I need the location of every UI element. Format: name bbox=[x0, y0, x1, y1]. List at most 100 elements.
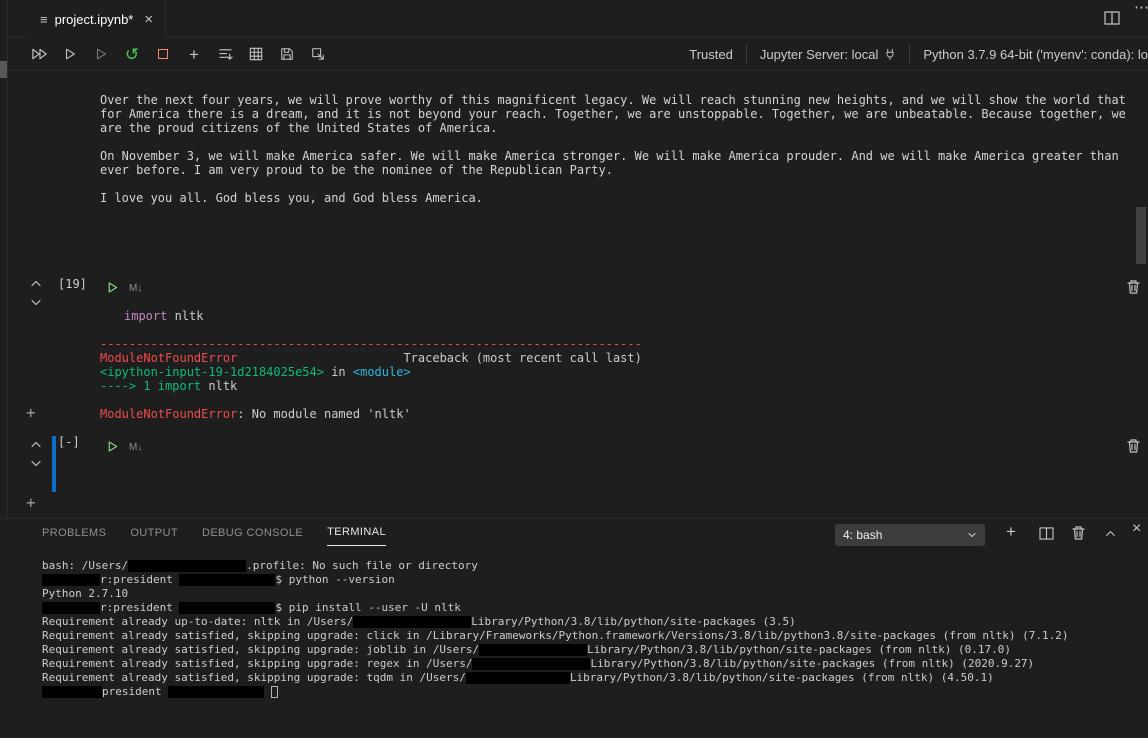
terminal-text: $ python --version bbox=[275, 573, 395, 586]
terminal-output[interactable]: bash: /Users/ .profile: No such file or d… bbox=[42, 559, 1142, 699]
run-cell-button[interactable] bbox=[61, 45, 79, 63]
traceback-line: ----------------------------------------… bbox=[100, 337, 642, 351]
panel-tab-terminal[interactable]: TERMINAL bbox=[327, 519, 386, 546]
insert-cell-below-button[interactable] bbox=[216, 45, 234, 63]
tab-project-ipynb[interactable]: ≡ project.ipynb* × bbox=[28, 0, 167, 38]
export-button[interactable] bbox=[309, 45, 327, 63]
cell-2-collapse-down-button[interactable] bbox=[30, 457, 42, 469]
cell-1-execution-count: [19] bbox=[58, 277, 87, 291]
terminal-text: Requirement already satisfied, skipping … bbox=[42, 643, 480, 656]
cell-2-delete-button[interactable] bbox=[1127, 439, 1140, 453]
run-cells-below-button[interactable] bbox=[92, 45, 110, 63]
run-icon bbox=[108, 282, 118, 293]
cell-1-collapse-down-button[interactable] bbox=[30, 296, 42, 308]
terminal-text: bash: /Users/ bbox=[42, 559, 129, 572]
restart-kernel-icon: ↺ bbox=[124, 44, 140, 64]
text-segment: import bbox=[124, 309, 168, 323]
close-panel-button[interactable]: × bbox=[1132, 521, 1141, 537]
redacted-text bbox=[479, 644, 588, 656]
terminal-text: Python 2.7.10 bbox=[42, 587, 129, 600]
terminal-selector-value: 4: bash bbox=[843, 528, 883, 542]
python-interpreter-status[interactable]: Python 3.7.9 64-bit ('myenv': conda): lo bbox=[910, 47, 1148, 62]
traceback-line: ----> 1 import nltk bbox=[100, 379, 642, 393]
run-icon bbox=[108, 441, 118, 452]
terminal-selector[interactable]: 4: bash bbox=[835, 524, 985, 546]
cell-1-run-button[interactable] bbox=[106, 281, 119, 294]
chevron-up-icon bbox=[31, 441, 41, 448]
notebook-toolbar: ↺ + Trusted Jupyter Server: local Python… bbox=[8, 38, 1148, 71]
cell-2-execution-count: [-] bbox=[58, 435, 80, 449]
kill-terminal-button[interactable] bbox=[1072, 526, 1085, 540]
split-editor-button[interactable] bbox=[1104, 11, 1120, 25]
add-cell-button-2[interactable]: + bbox=[26, 495, 36, 511]
output-paragraph: On November 3, we will make America safe… bbox=[100, 149, 1126, 177]
trusted-status[interactable]: Trusted bbox=[676, 47, 746, 62]
add-cell-toolbar-button[interactable]: + bbox=[185, 45, 203, 63]
terminal-text: Library/Python/3.8/lib/python/site-packa… bbox=[569, 671, 994, 684]
cell-1-delete-button[interactable] bbox=[1127, 280, 1140, 294]
redacted-text bbox=[42, 686, 102, 698]
text-segment: import bbox=[157, 379, 202, 393]
terminal-text: Library/Python/3.8/lib/python/site-packa… bbox=[471, 615, 796, 628]
panel-tab-problems[interactable]: PROBLEMS bbox=[42, 519, 106, 546]
chevron-down-icon bbox=[31, 460, 41, 467]
bottom-panel: PROBLEMS OUTPUT DEBUG CONSOLE TERMINAL 4: b… bbox=[0, 518, 1148, 738]
terminal-line: Requirement already up-to-date: nltk in … bbox=[42, 615, 1142, 629]
new-terminal-button[interactable]: + bbox=[1006, 523, 1016, 540]
jupyter-server-status[interactable]: Jupyter Server: local bbox=[747, 47, 910, 62]
toolbar-icon-group: ↺ + bbox=[8, 45, 340, 63]
split-terminal-button[interactable] bbox=[1039, 527, 1054, 540]
cell-2-collapse-up-button[interactable] bbox=[30, 439, 42, 451]
jupyter-connection-icon bbox=[886, 48, 894, 60]
cell-1-collapse-up-button[interactable] bbox=[30, 278, 42, 290]
terminal-text: Requirement already satisfied, skipping … bbox=[42, 629, 1069, 642]
save-button[interactable] bbox=[278, 45, 296, 63]
text-segment: nltk bbox=[167, 309, 204, 323]
cell-2-code[interactable] bbox=[124, 467, 1104, 489]
tab-close-icon[interactable]: × bbox=[144, 11, 153, 28]
chevron-down-icon bbox=[31, 299, 41, 306]
cell-1-markdown-toggle[interactable]: M↓ bbox=[129, 283, 142, 294]
terminal-line: president bbox=[42, 685, 1142, 699]
cell-2-run-button[interactable] bbox=[106, 440, 119, 453]
terminal-text: Library/Python/3.8/lib/python/site-packa… bbox=[590, 657, 1035, 670]
terminal-text: president bbox=[102, 685, 169, 698]
interrupt-kernel-icon bbox=[158, 49, 168, 59]
panel-tab-output[interactable]: OUTPUT bbox=[130, 519, 178, 546]
notebook-file-icon: ≡ bbox=[40, 11, 48, 27]
terminal-line: r:president $ pip install --user -U nltk bbox=[42, 601, 1142, 615]
export-icon bbox=[312, 48, 324, 60]
text-segment: <ipython-input-19-1d2184025e54> bbox=[100, 365, 324, 379]
terminal-text: Library/Python/3.8/lib/python/site-packa… bbox=[587, 643, 1011, 656]
jupyter-server-label: Jupyter Server: local bbox=[759, 46, 879, 62]
run-all-cells-button[interactable] bbox=[30, 45, 48, 63]
redacted-text bbox=[472, 658, 591, 670]
terminal-line: Requirement already satisfied, skipping … bbox=[42, 643, 1142, 657]
vscode-window: { "colors": { "accent": "#0e70c0", "erro… bbox=[0, 0, 1148, 738]
add-cell-button-1[interactable]: + bbox=[26, 405, 36, 421]
maximize-panel-button[interactable] bbox=[1104, 527, 1117, 540]
trash-icon bbox=[1127, 439, 1140, 453]
trash-icon bbox=[1072, 526, 1085, 540]
panel-tab-debug-console[interactable]: DEBUG CONSOLE bbox=[202, 519, 303, 546]
interrupt-kernel-button[interactable] bbox=[154, 45, 172, 63]
variable-explorer-button[interactable] bbox=[247, 45, 265, 63]
cell-2-markdown-toggle[interactable]: M↓ bbox=[129, 442, 142, 453]
output-paragraph: Over the next four years, we will prove … bbox=[100, 93, 1134, 135]
notebook-editor: Over the next four years, we will prove … bbox=[0, 71, 1148, 518]
text-segment: in bbox=[323, 365, 353, 379]
terminal-line: Requirement already satisfied, skipping … bbox=[42, 657, 1142, 671]
restart-kernel-button[interactable]: ↺ bbox=[123, 45, 141, 63]
add-cell-icon: + bbox=[189, 44, 199, 64]
run-cell-icon bbox=[65, 48, 75, 60]
terminal-text: Requirement already satisfied, skipping … bbox=[42, 671, 466, 684]
text-segment: ModuleNotFoundError bbox=[100, 407, 238, 421]
cell-1-code[interactable]: import nltk bbox=[124, 309, 203, 323]
terminal-cursor bbox=[270, 686, 278, 698]
redacted-text bbox=[465, 672, 570, 684]
editor-more-actions-button[interactable]: ⋯ bbox=[1134, 0, 1148, 16]
terminal-line: Requirement already satisfied, skipping … bbox=[42, 671, 1142, 685]
editor-scrollbar[interactable] bbox=[1136, 207, 1146, 264]
terminal-line: Requirement already satisfied, skipping … bbox=[42, 629, 1142, 643]
terminal-text: .profile: No such file or directory bbox=[246, 559, 478, 572]
